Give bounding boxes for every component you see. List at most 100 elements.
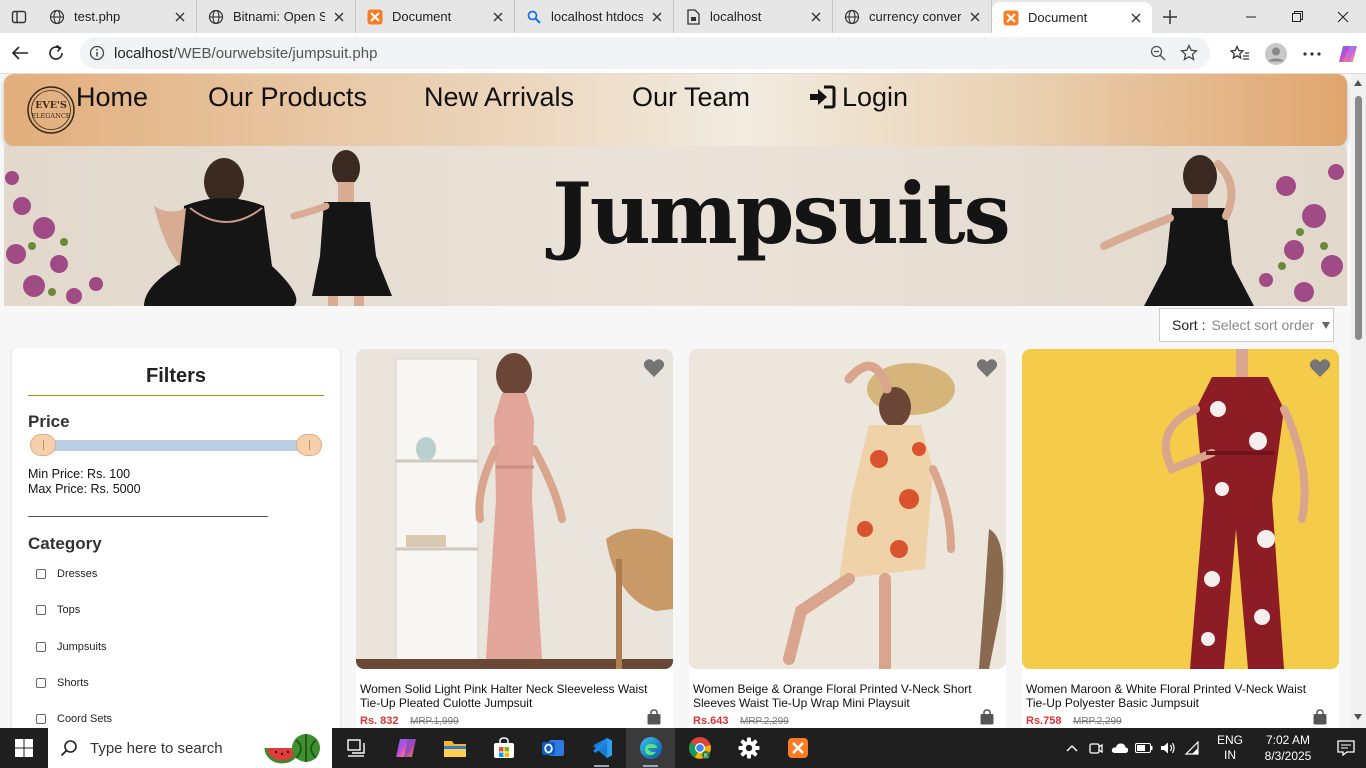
site-info-icon[interactable] — [82, 45, 112, 61]
browser-tab-1[interactable]: test.php — [38, 0, 197, 33]
close-tab-icon[interactable] — [172, 9, 188, 25]
start-button[interactable] — [0, 728, 48, 768]
refresh-button[interactable] — [38, 35, 74, 71]
copilot-taskbar-button[interactable] — [381, 728, 430, 768]
product-image[interactable] — [356, 349, 673, 669]
browser-tab-4[interactable]: localhost htdocs ir — [515, 0, 674, 33]
product-image[interactable] — [1022, 349, 1339, 669]
add-to-cart-bag-icon[interactable] — [1313, 709, 1327, 725]
tab-actions-button[interactable] — [0, 0, 38, 33]
minimize-button[interactable] — [1228, 0, 1274, 33]
file-explorer-button[interactable] — [430, 728, 479, 768]
outlook-button[interactable] — [528, 728, 577, 768]
close-tab-icon[interactable] — [649, 9, 665, 25]
scrollbar-thumb[interactable] — [1355, 96, 1362, 340]
language-indicator[interactable]: ENG IN — [1210, 733, 1250, 763]
task-view-button[interactable] — [332, 728, 381, 768]
taskbar-clock[interactable]: 7:02 AM 8/3/2025 — [1250, 732, 1326, 764]
wishlist-heart-icon[interactable] — [976, 358, 998, 378]
close-tab-icon[interactable] — [331, 9, 347, 25]
show-hidden-icons-button[interactable] — [1060, 728, 1084, 768]
settings-button[interactable] — [724, 728, 773, 768]
favorites-button[interactable] — [1222, 36, 1258, 72]
settings-more-button[interactable] — [1294, 36, 1330, 72]
price-range-track[interactable] — [42, 440, 310, 451]
close-tab-icon[interactable] — [808, 9, 824, 25]
onedrive-cloud-icon[interactable] — [1108, 728, 1132, 768]
taskbar-search-box[interactable]: Type here to search — [48, 728, 332, 768]
edge-browser-button[interactable] — [626, 728, 675, 768]
sort-select[interactable]: Sort : Select sort order — [1159, 308, 1334, 342]
browser-tab-3[interactable]: Document — [356, 0, 515, 33]
sort-selected-value: Select sort order — [1211, 317, 1315, 333]
address-bar[interactable]: localhost/WEB/ourwebsite/jumpsuit.php — [80, 37, 1210, 69]
vscode-button[interactable] — [577, 728, 626, 768]
close-tab-icon[interactable] — [967, 9, 983, 25]
back-button[interactable] — [2, 35, 38, 71]
close-window-button[interactable] — [1320, 0, 1366, 33]
meet-now-icon[interactable] — [1084, 728, 1108, 768]
min-price-handle[interactable] — [30, 434, 56, 456]
scroll-down-arrow-icon[interactable] — [1354, 714, 1362, 720]
close-tab-icon[interactable] — [1128, 10, 1144, 26]
tab-title: Document — [1028, 10, 1088, 25]
add-to-cart-bag-icon[interactable] — [647, 709, 661, 725]
edge-icon — [639, 737, 662, 759]
product-image[interactable] — [689, 349, 1006, 669]
checkbox[interactable] — [36, 569, 46, 579]
battery-icon[interactable] — [1132, 728, 1156, 768]
nav-team-link[interactable]: Our Team — [632, 82, 750, 112]
address-bar-actions — [1150, 37, 1198, 69]
nav-new-arrivals-link[interactable]: New Arrivals — [424, 82, 574, 112]
browser-tab-5[interactable]: localhost — [674, 0, 833, 33]
file-lock-icon — [684, 8, 702, 26]
nav-home-link[interactable]: Home — [76, 82, 148, 112]
restore-button[interactable] — [1274, 0, 1320, 33]
nav-login-link[interactable]: Login — [808, 82, 908, 112]
browser-tab-6[interactable]: currency converte — [833, 0, 992, 33]
zoom-out-icon[interactable] — [1150, 45, 1166, 61]
add-to-cart-bag-icon[interactable] — [980, 709, 994, 725]
new-tab-button[interactable] — [1152, 0, 1188, 33]
site-logo[interactable]: EVE'S ELEGANCE — [26, 85, 76, 135]
max-price-handle[interactable] — [296, 434, 322, 456]
category-tops[interactable]: Tops — [36, 604, 80, 616]
copilot-button[interactable] — [1330, 36, 1366, 72]
checkbox[interactable] — [36, 714, 46, 724]
product-name[interactable]: Women Maroon & White Floral Printed V-Ne… — [1026, 682, 1326, 710]
nav-products-link[interactable]: Our Products — [208, 82, 367, 112]
product-name[interactable]: Women Solid Light Pink Halter Neck Sleev… — [360, 682, 660, 710]
category-banner: Jumpsuits — [4, 146, 1347, 306]
microsoft-store-button[interactable] — [479, 728, 528, 768]
close-tab-icon[interactable] — [490, 9, 506, 25]
url-path: /WEB/ourwebsite/jumpsuit.php — [173, 44, 378, 62]
avatar-icon — [1265, 42, 1287, 65]
product-card[interactable]: Women Maroon & White Floral Printed V-Ne… — [1022, 349, 1339, 728]
scroll-up-arrow-icon[interactable] — [1354, 80, 1362, 86]
notification-center-button[interactable] — [1326, 728, 1366, 768]
category-title: Category — [28, 534, 102, 553]
checkbox[interactable] — [36, 678, 46, 688]
product-card[interactable]: Women Solid Light Pink Halter Neck Sleev… — [356, 349, 673, 728]
category-jumpsuits[interactable]: Jumpsuits — [36, 641, 107, 653]
wishlist-heart-icon[interactable] — [1309, 358, 1331, 378]
profile-button[interactable] — [1258, 36, 1294, 72]
network-icon[interactable] — [1180, 728, 1204, 768]
product-card[interactable]: Women Beige & Orange Floral Printed V-Ne… — [689, 349, 1006, 728]
favorite-star-icon[interactable] — [1180, 44, 1198, 62]
browser-tab-7-active[interactable]: Document — [992, 2, 1152, 33]
checkbox[interactable] — [36, 605, 46, 615]
category-coord-sets[interactable]: Coord Sets — [36, 713, 112, 725]
xampp-button[interactable] — [773, 728, 822, 768]
globe-icon — [207, 8, 225, 26]
checkbox[interactable] — [36, 642, 46, 652]
page-scrollbar[interactable] — [1351, 74, 1366, 728]
wishlist-heart-icon[interactable] — [643, 358, 665, 378]
browser-tab-2[interactable]: Bitnami: Open Sou — [197, 0, 356, 33]
volume-icon[interactable] — [1156, 728, 1180, 768]
divider — [28, 516, 268, 517]
category-dresses[interactable]: Dresses — [36, 568, 97, 580]
category-shorts[interactable]: Shorts — [36, 677, 89, 689]
product-name[interactable]: Women Beige & Orange Floral Printed V-Ne… — [693, 682, 993, 710]
chrome-button[interactable]: K — [675, 728, 724, 768]
